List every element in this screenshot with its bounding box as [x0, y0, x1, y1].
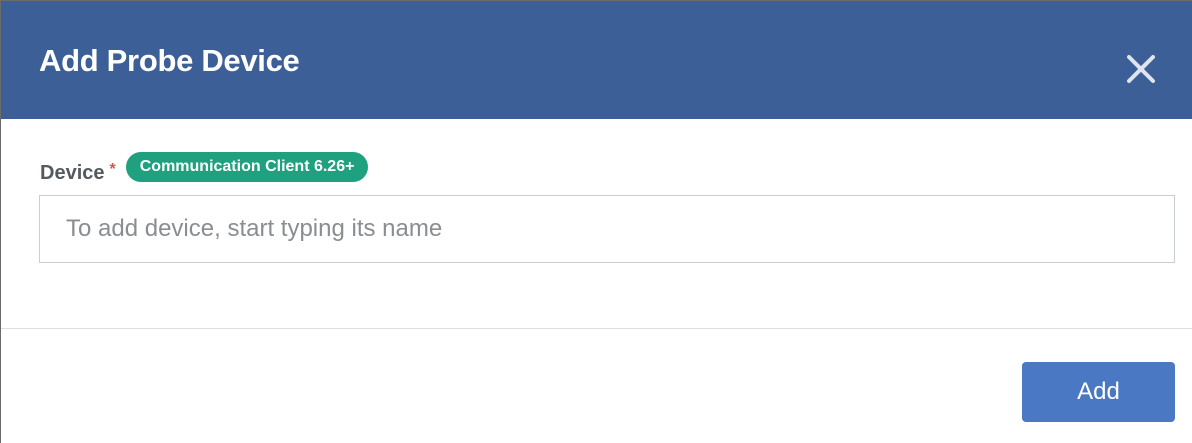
close-button[interactable]: [1119, 47, 1163, 91]
required-marker: *: [109, 161, 116, 178]
version-badge: Communication Client 6.26+: [125, 152, 369, 182]
device-field-label: Device: [40, 161, 105, 184]
close-icon: [1127, 55, 1155, 83]
device-field-label-row: Device * Communication Client 6.26+: [40, 151, 369, 185]
add-probe-device-dialog: Add Probe Device Device * Communication …: [0, 0, 1192, 443]
footer-divider: [1, 328, 1192, 329]
dialog-header: Add Probe Device: [1, 1, 1192, 119]
add-button[interactable]: Add: [1022, 362, 1175, 422]
dialog-title: Add Probe Device: [39, 43, 300, 78]
device-search-input[interactable]: [39, 195, 1175, 263]
